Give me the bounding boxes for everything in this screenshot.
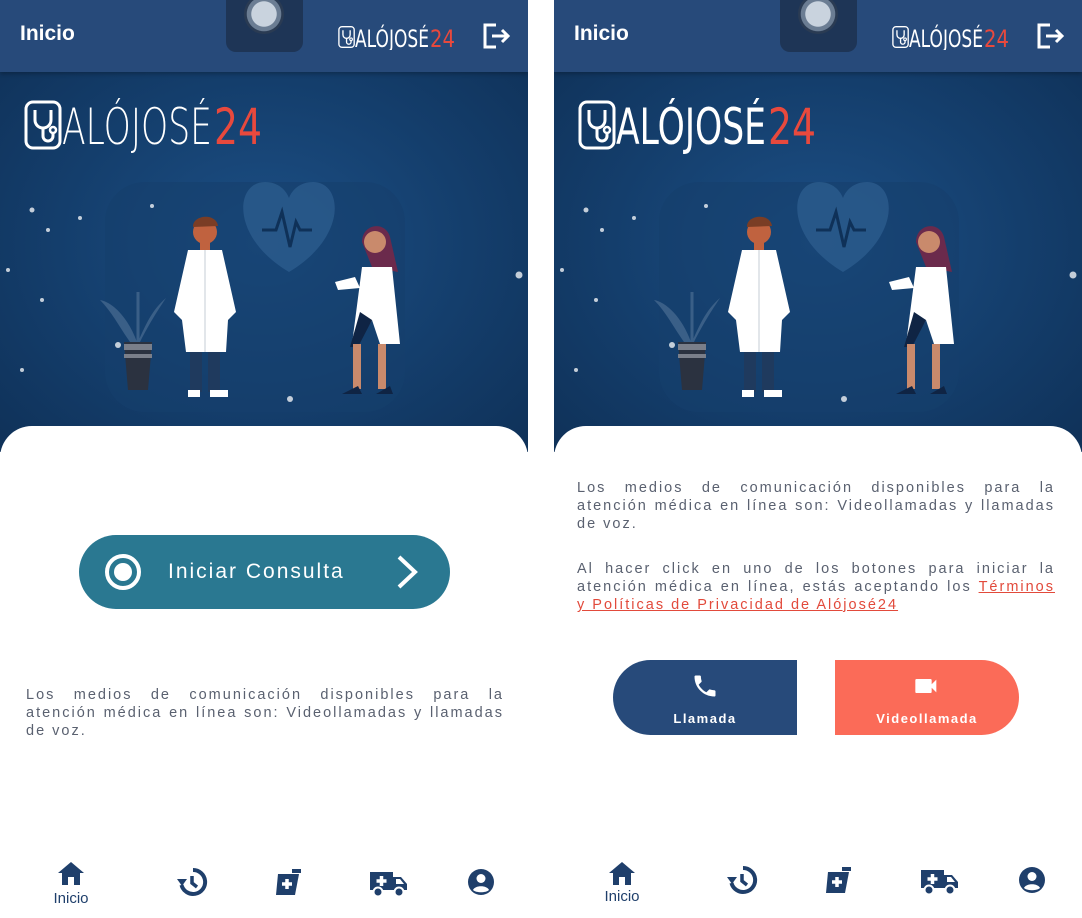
topbar-logo-wordmark: ALÓJOSÉ bbox=[909, 24, 983, 50]
camera-lens bbox=[244, 0, 284, 34]
hero-banner: ALÓJOSÉ 24 bbox=[0, 72, 528, 452]
ambulance-icon bbox=[919, 864, 959, 896]
logo-number: 24 bbox=[768, 98, 816, 154]
logo-wordmark: ALÓJOSÉ bbox=[62, 98, 212, 154]
voice-call-button[interactable]: Llamada bbox=[613, 660, 797, 735]
radio-icon bbox=[105, 554, 141, 590]
prescription-icon bbox=[822, 864, 854, 896]
home-icon bbox=[606, 858, 638, 890]
hero-banner: ALÓJOSÉ 24 bbox=[554, 72, 1082, 452]
nav-item-prescriptions[interactable] bbox=[258, 850, 318, 910]
nav-item-profile[interactable] bbox=[1002, 850, 1062, 910]
topbar-logo-wordmark: ALÓJOSÉ bbox=[355, 24, 429, 50]
nav-item-history[interactable] bbox=[712, 850, 772, 910]
video-camera-icon bbox=[915, 679, 937, 693]
camera-notch bbox=[226, 0, 303, 52]
topbar-brand-logo: ALÓJOSÉ 24 bbox=[892, 24, 1009, 50]
history-icon bbox=[176, 866, 208, 898]
phone-icon bbox=[694, 675, 716, 697]
content-sheet bbox=[0, 426, 528, 918]
start-consultation-button[interactable]: Iniciar Consulta bbox=[79, 535, 450, 609]
nav-item-home[interactable]: Inicio bbox=[41, 850, 101, 910]
camera-notch bbox=[780, 0, 857, 52]
page-title: Inicio bbox=[574, 22, 629, 45]
brand-logo: ALÓJOSÉ 24 bbox=[578, 98, 816, 154]
top-app-bar: Inicio ALÓJOSÉ 24 bbox=[0, 0, 528, 72]
brand-logo: ALÓJOSÉ 24 bbox=[24, 98, 262, 154]
communication-info-text: Los medios de comunicación disponibles p… bbox=[577, 480, 1055, 532]
account-icon bbox=[1016, 864, 1048, 896]
chevron-right-icon bbox=[397, 555, 418, 589]
prescription-icon bbox=[272, 866, 304, 898]
logo-number: 24 bbox=[214, 98, 262, 154]
home-icon bbox=[55, 858, 87, 890]
topbar-logo-number: 24 bbox=[430, 25, 455, 50]
nav-item-prescriptions[interactable] bbox=[808, 850, 868, 910]
nav-item-profile[interactable] bbox=[451, 850, 511, 910]
nav-item-home[interactable]: Inicio bbox=[592, 850, 652, 910]
nav-label-home: Inicio bbox=[604, 888, 640, 905]
voice-call-label: Llamada bbox=[673, 711, 737, 726]
nav-item-emergency[interactable] bbox=[358, 850, 418, 910]
nav-label-home: Inicio bbox=[53, 890, 89, 907]
account-icon bbox=[465, 866, 497, 898]
logout-icon[interactable] bbox=[482, 22, 512, 50]
video-call-button[interactable]: Videollamada bbox=[835, 660, 1019, 735]
page-title: Inicio bbox=[20, 22, 75, 45]
screen-choose-call-type: ALÓJOSÉ 24 Inicio ALÓJOSÉ 24 Los medios … bbox=[554, 0, 1082, 918]
screen-start-consultation: ALÓJOSÉ 24 Inicio ALÓJOSÉ 24 Iniciar Con… bbox=[0, 0, 528, 918]
terms-notice: Al hacer click en uno de los botones par… bbox=[577, 560, 1055, 614]
bottom-navigation: Inicio bbox=[0, 850, 528, 918]
bottom-navigation: Inicio bbox=[554, 850, 1082, 918]
communication-info-text: Los medios de comunicación disponibles p… bbox=[26, 687, 504, 739]
ambulance-icon bbox=[368, 866, 408, 898]
logout-icon[interactable] bbox=[1036, 22, 1066, 50]
nav-item-history[interactable] bbox=[162, 850, 222, 910]
logo-wordmark: ALÓJOSÉ bbox=[616, 98, 766, 154]
video-call-label: Videollamada bbox=[876, 711, 978, 726]
nav-item-emergency[interactable] bbox=[909, 850, 969, 910]
history-icon bbox=[726, 864, 758, 896]
topbar-logo-number: 24 bbox=[984, 25, 1009, 50]
camera-lens bbox=[798, 0, 838, 34]
topbar-brand-logo: ALÓJOSÉ 24 bbox=[338, 24, 455, 50]
top-app-bar: Inicio ALÓJOSÉ 24 bbox=[554, 0, 1082, 72]
start-consultation-label: Iniciar Consulta bbox=[168, 560, 345, 583]
